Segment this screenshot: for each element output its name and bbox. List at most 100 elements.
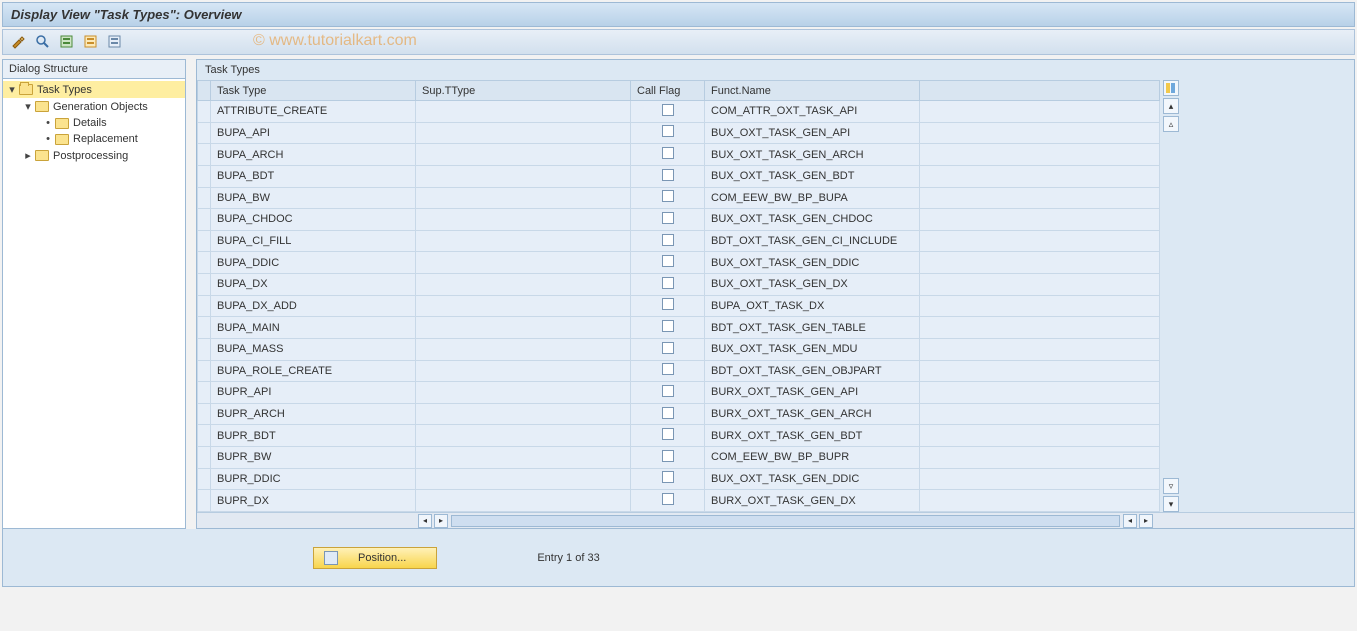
cell-funct-name[interactable]: BUX_OXT_TASK_GEN_DDIC [705,252,920,274]
cell-sup-ttype[interactable] [416,490,631,512]
change-display-icon[interactable] [9,32,29,52]
table-row[interactable]: ATTRIBUTE_CREATE COM_ATTR_OXT_TASK_API [198,101,1160,123]
cell-task-type[interactable]: BUPA_BDT [211,165,416,187]
scroll-left-icon[interactable]: ◂ [418,514,432,528]
cell-task-type[interactable]: BUPR_API [211,382,416,404]
cell-funct-name[interactable]: BUX_OXT_TASK_GEN_DX [705,274,920,296]
configure-columns-icon[interactable] [1163,80,1179,96]
table-row[interactable]: BUPA_BWCOM_EEW_BW_BP_BUPA [198,187,1160,209]
cell-task-type[interactable]: BUPA_CHDOC [211,209,416,231]
checkbox-icon[interactable] [662,363,674,375]
table-row[interactable]: BUPA_DDICBUX_OXT_TASK_GEN_DDIC [198,252,1160,274]
cell-funct-name[interactable]: BURX_OXT_TASK_GEN_DX [705,490,920,512]
row-selector[interactable] [198,382,211,404]
cell-task-type[interactable]: BUPR_ARCH [211,403,416,425]
cell-task-type[interactable]: BUPA_MASS [211,338,416,360]
cell-funct-name[interactable]: BDT_OXT_TASK_GEN_TABLE [705,317,920,339]
cell-sup-ttype[interactable] [416,230,631,252]
cell-task-type[interactable]: BUPA_API [211,122,416,144]
checkbox-icon[interactable] [662,190,674,202]
scroll-bottom-icon[interactable]: ▾ [1163,496,1179,512]
table-row[interactable]: BUPA_MASSBUX_OXT_TASK_GEN_MDU [198,338,1160,360]
col-funct-name[interactable]: Funct.Name [705,81,920,101]
scroll-down-icon[interactable]: ▿ [1163,478,1179,494]
scroll-track[interactable] [451,515,1120,527]
table-row[interactable]: BUPA_CHDOCBUX_OXT_TASK_GEN_CHDOC [198,209,1160,231]
tree-node-task-types[interactable]: ▾ Task Types [3,81,185,98]
checkbox-icon[interactable] [662,493,674,505]
collapse-icon[interactable]: ▾ [7,83,17,96]
tree-node-generation-objects[interactable]: ▾ Generation Objects [3,98,185,115]
row-selector[interactable] [198,403,211,425]
table-row[interactable]: BUPR_DDICBUX_OXT_TASK_GEN_DDIC [198,468,1160,490]
checkbox-icon[interactable] [662,234,674,246]
table-row[interactable]: BUPA_BDT BUX_OXT_TASK_GEN_BDT [198,165,1160,187]
cell-funct-name[interactable]: COM_ATTR_OXT_TASK_API [705,101,920,123]
checkbox-icon[interactable] [662,104,674,116]
cell-call-flag[interactable] [631,101,705,123]
cell-task-type[interactable]: BUPR_DX [211,490,416,512]
table-row[interactable]: BUPA_API BUX_OXT_TASK_GEN_API [198,122,1160,144]
cell-call-flag[interactable] [631,122,705,144]
cell-task-type[interactable]: BUPR_BDT [211,425,416,447]
row-selector[interactable] [198,230,211,252]
cell-call-flag[interactable] [631,382,705,404]
cell-call-flag[interactable] [631,209,705,231]
row-selector[interactable] [198,209,211,231]
cell-sup-ttype[interactable] [416,468,631,490]
checkbox-icon[interactable] [662,298,674,310]
cell-funct-name[interactable]: COM_EEW_BW_BP_BUPR [705,447,920,469]
cell-task-type[interactable]: BUPA_BW [211,187,416,209]
cell-funct-name[interactable]: BUX_OXT_TASK_GEN_BDT [705,165,920,187]
scroll-left-step-icon[interactable]: ▸ [434,514,448,528]
row-selector[interactable] [198,101,211,123]
cell-sup-ttype[interactable] [416,165,631,187]
cell-sup-ttype[interactable] [416,382,631,404]
table-row[interactable]: BUPR_APIBURX_OXT_TASK_GEN_API [198,382,1160,404]
cell-task-type[interactable]: BUPA_ARCH [211,144,416,166]
cell-call-flag[interactable] [631,165,705,187]
cell-funct-name[interactable]: BUPA_OXT_TASK_DX [705,295,920,317]
cell-sup-ttype[interactable] [416,447,631,469]
cell-task-type[interactable]: ATTRIBUTE_CREATE [211,101,416,123]
cell-funct-name[interactable]: BUX_OXT_TASK_GEN_ARCH [705,144,920,166]
row-selector[interactable] [198,144,211,166]
cell-call-flag[interactable] [631,360,705,382]
row-selector[interactable] [198,122,211,144]
cell-call-flag[interactable] [631,317,705,339]
cell-task-type[interactable]: BUPA_DX [211,274,416,296]
row-selector[interactable] [198,468,211,490]
scroll-right-step-icon[interactable]: ◂ [1123,514,1137,528]
row-selector[interactable] [198,447,211,469]
tree-node-postprocessing[interactable]: ▸ Postprocessing [3,147,185,164]
scroll-top-icon[interactable]: ▴ [1163,98,1179,114]
cell-sup-ttype[interactable] [416,317,631,339]
cell-call-flag[interactable] [631,274,705,296]
row-selector[interactable] [198,317,211,339]
row-selector[interactable] [198,425,211,447]
cell-funct-name[interactable]: BUX_OXT_TASK_GEN_DDIC [705,468,920,490]
checkbox-icon[interactable] [662,471,674,483]
col-call-flag[interactable]: Call Flag [631,81,705,101]
cell-funct-name[interactable]: BUX_OXT_TASK_GEN_API [705,122,920,144]
table-row[interactable]: BUPA_ARCH BUX_OXT_TASK_GEN_ARCH [198,144,1160,166]
checkbox-icon[interactable] [662,147,674,159]
row-selector[interactable] [198,187,211,209]
cell-sup-ttype[interactable] [416,360,631,382]
col-task-type[interactable]: Task Type [211,81,416,101]
cell-call-flag[interactable] [631,187,705,209]
select-block-icon[interactable] [81,32,101,52]
cell-call-flag[interactable] [631,252,705,274]
checkbox-icon[interactable] [662,169,674,181]
cell-sup-ttype[interactable] [416,425,631,447]
checkbox-icon[interactable] [662,342,674,354]
cell-call-flag[interactable] [631,403,705,425]
checkbox-icon[interactable] [662,428,674,440]
cell-sup-ttype[interactable] [416,122,631,144]
table-row[interactable]: BUPA_MAINBDT_OXT_TASK_GEN_TABLE [198,317,1160,339]
cell-call-flag[interactable] [631,447,705,469]
position-button[interactable]: Position... [313,547,437,569]
cell-task-type[interactable]: BUPA_ROLE_CREATE [211,360,416,382]
tree-node-details[interactable]: • Details [3,115,185,131]
cell-funct-name[interactable]: BURX_OXT_TASK_GEN_BDT [705,425,920,447]
